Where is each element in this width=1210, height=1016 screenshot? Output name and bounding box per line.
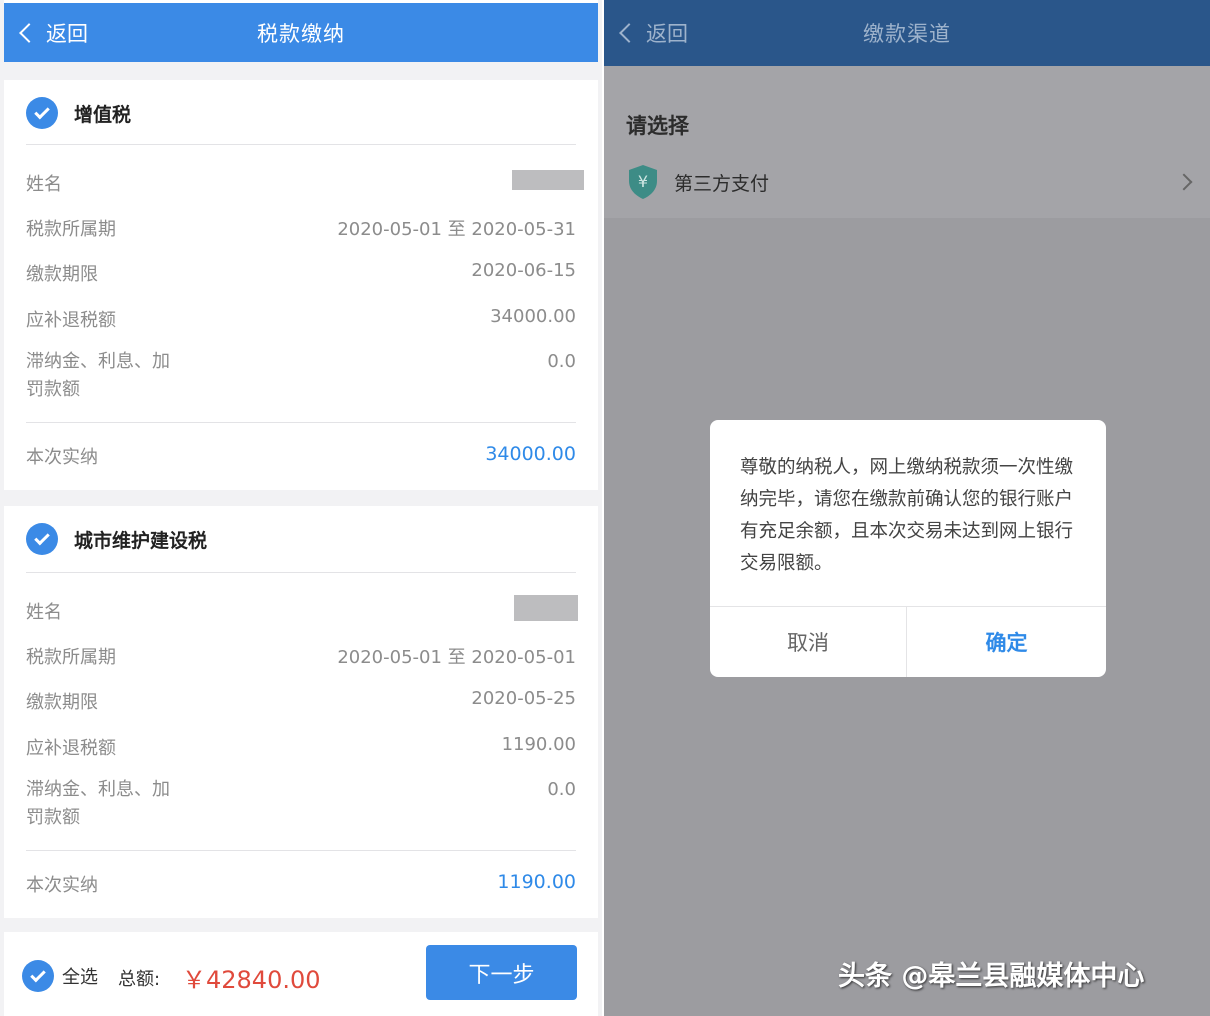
row-penalty: 滞纳金、利息、加 罚款额 0.0: [26, 348, 576, 404]
total-amount: ￥42840.00: [182, 966, 321, 994]
deadline-label: 缴款期限: [26, 264, 98, 285]
shield-yuan-icon: ¥: [629, 165, 657, 199]
tax-payment-screen: 返回 税款缴纳 增值税 姓名 税款所属期 2020-05-01 至 2020-0…: [0, 0, 602, 1016]
period-label: 税款所属期: [26, 219, 116, 240]
watermark-text: 头条 @皋兰县融媒体中心: [838, 961, 1145, 992]
row-name: 姓名: [26, 170, 584, 196]
row-period: 税款所属期 2020-05-01 至 2020-05-01: [26, 643, 576, 669]
card-header: 增值税: [26, 96, 131, 130]
deadline-value: 2020-06-15: [471, 260, 576, 281]
back-button[interactable]: 返回: [19, 3, 88, 62]
penalty-label: 滞纳金、利息、加 罚款额: [26, 348, 170, 404]
paid-label: 本次实纳: [26, 447, 98, 468]
deadline-label: 缴款期限: [26, 692, 98, 713]
penalty-label: 滞纳金、利息、加 罚款额: [26, 776, 170, 832]
chevron-left-icon: [619, 23, 639, 43]
card-title: 城市维护建设税: [74, 529, 208, 552]
row-tax-amount: 应补退税额 34000.00: [26, 306, 576, 332]
bottom-action-bar: 全选 总额: ￥42840.00 下一步: [4, 932, 598, 1016]
row-paid: 本次实纳 34000.00: [26, 443, 576, 469]
shield-glyph: ¥: [638, 172, 648, 191]
row-paid: 本次实纳 1190.00: [26, 871, 576, 897]
choose-heading: 请选择: [626, 114, 689, 138]
card-header: 城市维护建设税: [26, 522, 207, 556]
payment-channel-screen: 返回 缴款渠道 请选择 ¥ 第三方支付 尊敬的纳税人，网上缴纳税款须一次性缴纳完…: [604, 0, 1210, 1016]
penalty-label-line1: 滞纳金、利息、加: [26, 779, 170, 800]
masked-name-value: [512, 170, 584, 190]
page-title: 缴款渠道: [863, 22, 951, 46]
penalty-label-line2: 罚款额: [26, 807, 80, 828]
period-value: 2020-05-01 至 2020-05-01: [337, 647, 576, 668]
tax-card-city-construction: 城市维护建设税 姓名 税款所属期 2020-05-01 至 2020-05-01…: [4, 506, 598, 918]
row-name: 姓名: [26, 595, 578, 624]
tax-amount-label: 应补退税额: [26, 738, 116, 759]
next-step-button[interactable]: 下一步: [426, 945, 577, 1000]
divider: [26, 144, 576, 145]
row-deadline: 缴款期限 2020-06-15: [26, 260, 576, 286]
select-all-toggle[interactable]: 全选: [22, 960, 98, 992]
cancel-button[interactable]: 取消: [710, 607, 906, 677]
top-nav-bar: 返回 缴款渠道: [604, 0, 1210, 66]
tax-card-vat: 增值税 姓名 税款所属期 2020-05-01 至 2020-05-31 缴款期…: [4, 80, 598, 490]
checkbox-city-construction[interactable]: [26, 523, 58, 555]
back-button[interactable]: 返回: [619, 0, 688, 66]
divider: [26, 572, 576, 573]
penalty-label-line1: 滞纳金、利息、加: [26, 351, 170, 372]
name-label: 姓名: [26, 602, 62, 623]
chevron-right-icon: [1175, 173, 1193, 191]
name-label: 姓名: [26, 174, 62, 195]
page-title: 税款缴纳: [257, 21, 345, 46]
check-icon: [34, 529, 50, 546]
card-title: 增值税: [74, 103, 132, 126]
chevron-left-icon: [19, 22, 39, 43]
back-label: 返回: [646, 22, 688, 46]
select-all-checkbox[interactable]: [22, 960, 54, 992]
confirm-button[interactable]: 确定: [907, 607, 1106, 677]
period-value: 2020-05-01 至 2020-05-31: [337, 219, 576, 240]
divider: [26, 850, 576, 851]
divider: [26, 422, 576, 423]
top-nav-bar: 返回 税款缴纳: [4, 0, 598, 62]
penalty-label-line2: 罚款额: [26, 379, 80, 400]
check-icon: [30, 966, 46, 983]
row-period: 税款所属期 2020-05-01 至 2020-05-31: [26, 215, 576, 241]
period-label: 税款所属期: [26, 647, 116, 668]
row-penalty: 滞纳金、利息、加 罚款额 0.0: [26, 776, 576, 832]
tax-amount-value: 34000.00: [490, 306, 576, 327]
masked-name-value: [514, 595, 578, 621]
total-label: 总额:: [118, 969, 161, 990]
checkbox-vat[interactable]: [26, 97, 58, 129]
deadline-value: 2020-05-25: [471, 688, 576, 709]
select-all-label: 全选: [62, 967, 98, 988]
back-label: 返回: [46, 21, 88, 46]
paid-value: 1190.00: [497, 871, 576, 893]
row-tax-amount: 应补退税额 1190.00: [26, 734, 576, 760]
payment-option-label: 第三方支付: [674, 172, 770, 195]
third-party-payment-option[interactable]: ¥ 第三方支付: [626, 162, 1193, 202]
penalty-value: 0.0: [547, 779, 576, 800]
channel-list-panel: 请选择 ¥ 第三方支付: [604, 66, 1210, 218]
tax-amount-value: 1190.00: [501, 734, 576, 755]
paid-value: 34000.00: [485, 443, 576, 465]
check-icon: [34, 103, 50, 120]
tax-amount-label: 应补退税额: [26, 310, 116, 331]
row-deadline: 缴款期限 2020-05-25: [26, 688, 576, 714]
penalty-value: 0.0: [547, 351, 576, 372]
dialog-message: 尊敬的纳税人，网上缴纳税款须一次性缴纳完毕，请您在缴款前确认您的银行账户有充足余…: [740, 457, 1074, 574]
paid-label: 本次实纳: [26, 875, 98, 896]
confirm-dialog: 尊敬的纳税人，网上缴纳税款须一次性缴纳完毕，请您在缴款前确认您的银行账户有充足余…: [710, 420, 1106, 677]
